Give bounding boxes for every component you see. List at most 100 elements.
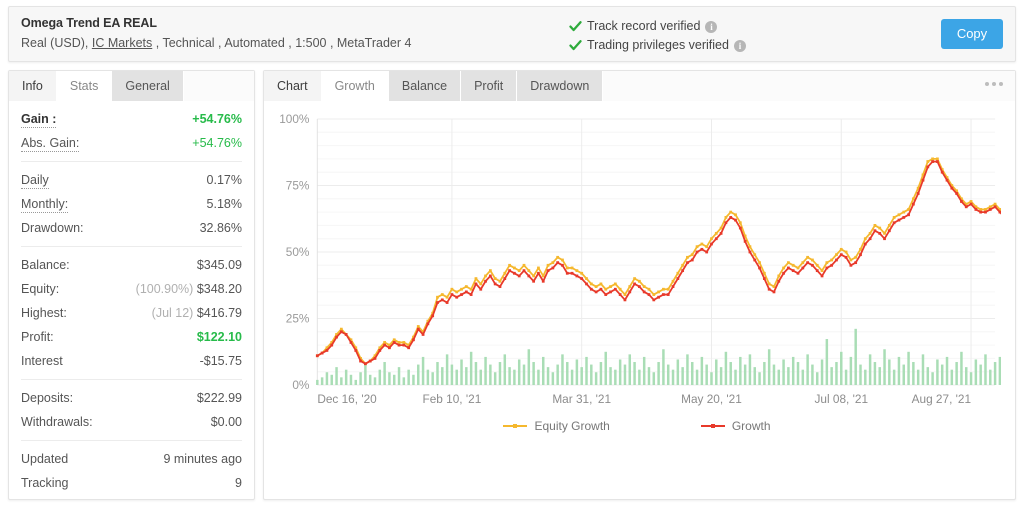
series-point [854,261,858,265]
series-point [892,221,896,225]
tab-general[interactable]: General [112,71,184,101]
series-point [537,266,540,270]
series-point [493,282,497,286]
volume-bar [561,354,564,385]
stat-label[interactable]: Abs. Gain: [21,131,80,155]
series-point [690,253,694,257]
series-point [565,266,569,270]
kebab-menu-icon[interactable] [985,82,1003,86]
series-point [460,287,463,291]
series-point [787,261,790,265]
series-point [364,362,367,366]
volume-bar [969,372,973,385]
series-point [508,263,511,267]
volume-bar [364,364,367,385]
volume-bar [354,379,358,385]
stat-value: 9 minutes ago [163,447,242,471]
series-point [484,279,487,283]
stat-value: 0.17% [207,168,242,192]
series-point [426,322,430,326]
volume-bar [739,356,742,385]
volume-bar [676,359,680,385]
volume-bar [594,372,598,385]
chart-legend: Equity Growth Growth [272,419,1001,433]
growth-chart: 0% 25% 50% 75% 100% Dec 16, '20 Feb 10, '21 Mar… [264,101,1015,499]
series-point [580,277,584,280]
series-point [926,160,930,163]
series-point [815,269,819,273]
volume-bar [993,362,997,385]
sidebar-tabs-filler [183,71,254,101]
tab-chart[interactable]: Chart [264,71,322,101]
tab-stats[interactable]: Stats [56,71,113,101]
series-point [873,229,877,233]
series-point [565,271,569,275]
stat-row: Deposits: $222.99 [21,386,242,410]
series-point [623,293,627,296]
info-icon[interactable]: i [733,39,746,52]
series-point [609,285,612,288]
series-point [734,218,737,222]
stats-list: Gain : +54.76% Abs. Gain: +54.76% Daily 0.17%… [9,101,254,499]
stat-label[interactable]: Monthly: [21,192,69,216]
tab-balance[interactable]: Balance [388,71,462,101]
volume-bar [426,369,430,385]
series-point [488,274,492,278]
broker-link[interactable]: IC Markets [92,36,152,50]
series-point [782,271,785,275]
series-point [820,269,824,273]
info-icon[interactable]: i [705,20,718,33]
series-point [993,205,997,209]
stat-label: Balance: [21,258,70,272]
stat-label[interactable]: Gain : [21,107,57,131]
series-point [402,343,406,347]
legend-item-equity-growth[interactable]: Equity Growth [502,419,610,433]
volume-bar [402,377,406,385]
volume-bar [407,369,410,385]
volume-bar [916,369,920,385]
x-axis-tick-label: May 20, '21 [681,392,742,406]
series-point [402,341,406,344]
volume-bar [441,367,444,385]
series-point [676,277,680,280]
volume-bar [940,364,944,385]
volume-bar [724,351,728,385]
stat-value-main: +54.76% [192,112,242,126]
series-point [854,255,858,259]
copy-button[interactable]: Copy [941,19,1003,49]
series-point [460,293,463,296]
legend-item-growth[interactable]: Growth [700,419,771,433]
stat-label[interactable]: Daily [21,168,49,192]
series-point [479,287,483,291]
volume-bar [695,369,699,385]
series-point [936,160,939,163]
tab-info[interactable]: Info [9,71,57,101]
volume-bar [748,354,752,385]
series-point [806,255,809,259]
series-point [777,274,781,278]
stat-value: +54.76% [192,107,242,131]
volume-bar [378,369,382,385]
series-point [570,266,574,270]
tab-growth[interactable]: Growth [321,71,389,101]
series-point [373,357,377,360]
verification-badges: Track record verified i Trading privileg… [569,17,746,55]
volume-bar [556,364,559,385]
volume-bar [772,364,776,385]
tab-drawdown[interactable]: Drawdown [517,71,604,101]
tab-profit[interactable]: Profit [461,71,518,101]
series-point [455,295,459,299]
series-point [464,285,468,288]
series-point [541,279,545,283]
volume-bar [647,367,651,385]
series-point [748,245,752,249]
volume-bar [465,367,468,385]
series-point [998,210,1001,214]
series-point [551,266,555,270]
volume-bar [580,367,583,385]
series-point [657,295,660,299]
volume-bar [460,359,463,385]
series-point [806,261,809,265]
series-point [498,285,502,288]
x-axis-tick-label: Aug 27, '21 [912,392,972,406]
